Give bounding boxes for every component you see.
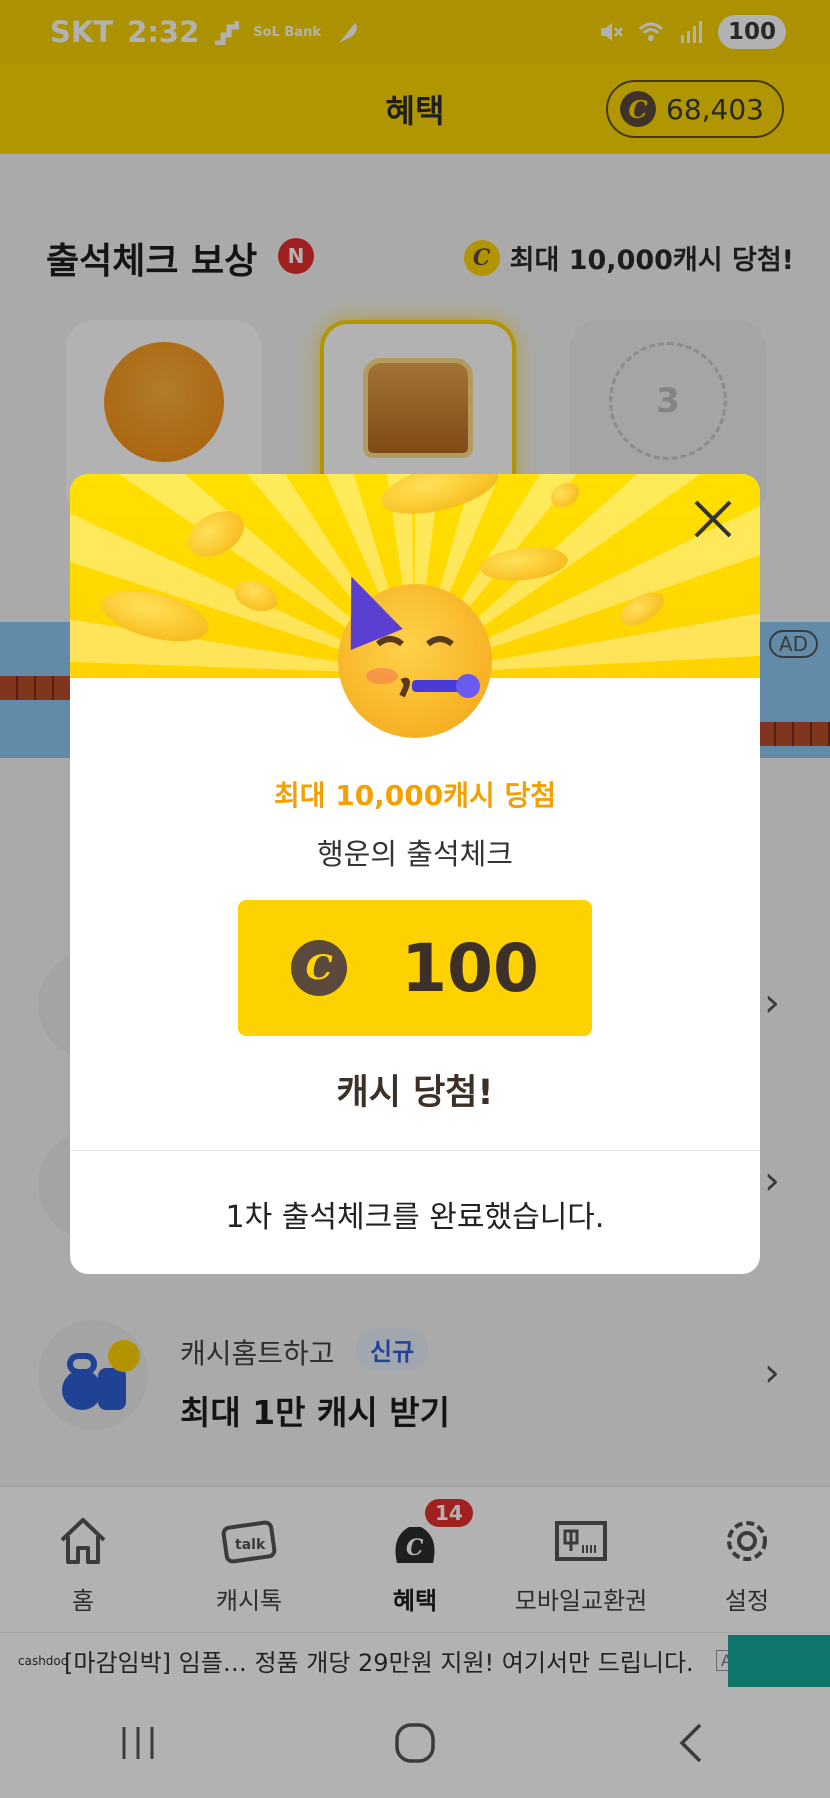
flying-coin-icon bbox=[478, 543, 570, 585]
flying-coin-icon bbox=[180, 501, 252, 567]
modal-divider bbox=[70, 1150, 760, 1151]
close-icon[interactable] bbox=[690, 496, 736, 542]
modal-footer-text: 1차 출석체크를 완료했습니다. bbox=[225, 1200, 605, 1235]
modal-result-text: 캐시 당첨! bbox=[336, 1073, 494, 1113]
flying-coin-icon bbox=[546, 477, 584, 513]
flying-coin-icon bbox=[376, 474, 504, 524]
flying-coin-icon bbox=[96, 581, 214, 651]
reward-amount: 100 bbox=[401, 929, 539, 1007]
modal-subtitle: 행운의 출석체크 bbox=[317, 837, 513, 871]
modal-subhead: 최대 10,000캐시 당첨 bbox=[273, 779, 557, 812]
flying-coin-icon bbox=[230, 575, 282, 617]
reward-amount-box: C 100 bbox=[238, 900, 592, 1036]
flying-coin-icon bbox=[614, 585, 670, 633]
reward-modal: 최대 10,000캐시 당첨 행운의 출석체크 C 100 캐시 당첨! 1차 … bbox=[70, 474, 760, 1274]
cash-coin-icon: C bbox=[291, 940, 348, 996]
